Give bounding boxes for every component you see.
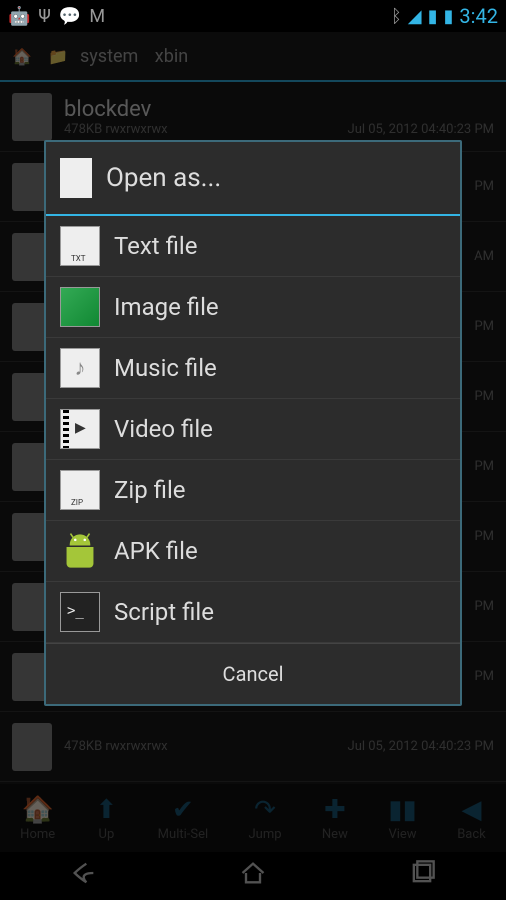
dialog-header: Open as... [46,142,460,216]
file-date: PM [474,529,494,544]
back-icon: ◀ [461,795,481,825]
clock: 3:42 [459,4,498,28]
up-button[interactable]: ⬆ Up [96,795,118,842]
cancel-button[interactable]: Cancel [46,643,460,704]
open-as-dialog: Open as... Text file Image file ♪ Music … [44,140,462,706]
option-label: Script file [114,598,214,626]
sms-icon: 💬 [59,6,81,27]
option-label: APK file [114,537,198,565]
file-icon [60,158,92,198]
option-label: Image file [114,293,219,321]
up-icon: ⬆ [96,795,118,825]
plus-icon: ✚ [324,795,346,825]
jump-icon: ↷ [254,795,276,825]
option-label: Video file [114,415,213,443]
script-icon [60,592,100,632]
folder-icon[interactable]: 📁 [44,42,72,70]
file-date: PM [474,179,494,194]
breadcrumb-segment[interactable]: system [80,46,138,67]
option-label: Music file [114,354,217,382]
open-as-option[interactable]: Text file [46,216,460,277]
tool-label: Jump [249,827,282,842]
plus-button[interactable]: ✚ New [322,795,348,842]
signal-icon: ▮ [428,6,438,27]
file-size-perms: 478KB rwxrwxrwx [64,122,168,137]
apk-icon [60,531,100,571]
toolbar: 🏠 Home ⬆ Up ✔ Multi-Sel ↷ Jump ✚ New ▮▮ View ◀… [0,784,506,852]
music-icon: ♪ [60,348,100,388]
file-date: AM [474,249,494,264]
open-as-option[interactable]: Script file [46,582,460,643]
jump-button[interactable]: ↷ Jump [249,795,282,842]
battery-icon: ▮ [444,6,454,27]
open-as-option[interactable]: Image file [46,277,460,338]
tool-label: Home [20,827,55,842]
file-date: PM [474,319,494,334]
video-icon [60,409,100,449]
open-as-option[interactable]: Zip file [46,460,460,521]
open-as-option[interactable]: Video file [46,399,460,460]
status-bar: 🤖 Ψ 💬 M ᛒ ◢ ▮ ▮ 3:42 [0,0,506,32]
dialog-list: Text file Image file ♪ Music file Video … [46,216,460,643]
option-label: Zip file [114,476,186,504]
file-date: Jul 05, 2012 04:40:23 PM [348,739,494,754]
breadcrumb[interactable]: system xbin [80,46,200,67]
tool-label: Up [99,827,115,842]
file-date: PM [474,459,494,474]
txt-icon [60,226,100,266]
tool-label: Back [457,827,486,842]
header: 🏠 📁 system xbin [0,32,506,82]
tool-label: Multi-Sel [158,827,208,842]
file-date: PM [474,599,494,614]
file-date: Jul 05, 2012 04:40:23 PM [348,122,494,137]
pause-icon: ▮▮ [388,795,417,825]
file-date: PM [474,669,494,684]
file-name: blockdev [64,97,494,122]
bluetooth-icon: ᛒ [391,6,402,27]
back-nav-button[interactable] [70,859,98,894]
android-icon: 🤖 [8,6,30,27]
file-size-perms: 478KB rwxrwxrwx [64,739,168,754]
zip-icon [60,470,100,510]
recent-nav-button[interactable] [408,859,436,894]
file-icon [12,723,52,771]
nav-bar [0,852,506,900]
home-icon[interactable]: 🏠 [8,42,36,70]
wifi-icon: ◢ [408,6,422,27]
list-item[interactable]: 478KB rwxrwxrwx Jul 05, 2012 04:40:23 PM [0,712,506,782]
back-button[interactable]: ◀ Back [457,795,486,842]
dialog-title: Open as... [106,163,221,193]
tool-label: View [388,827,416,842]
pause-button[interactable]: ▮▮ View [388,795,417,842]
option-label: Text file [114,232,197,260]
file-date: PM [474,389,494,404]
open-as-option[interactable]: ♪ Music file [46,338,460,399]
gmail-icon: M [89,6,105,27]
image-icon [60,287,100,327]
open-as-option[interactable]: APK file [46,521,460,582]
home-button[interactable]: 🏠 Home [20,795,55,842]
file-icon [12,93,52,141]
usb-icon: Ψ [38,6,50,27]
tool-label: New [322,827,348,842]
home-icon: 🏠 [21,795,53,825]
check-icon: ✔ [172,795,194,825]
breadcrumb-segment[interactable]: xbin [155,46,188,67]
home-nav-button[interactable] [239,859,267,894]
check-button[interactable]: ✔ Multi-Sel [158,795,208,842]
